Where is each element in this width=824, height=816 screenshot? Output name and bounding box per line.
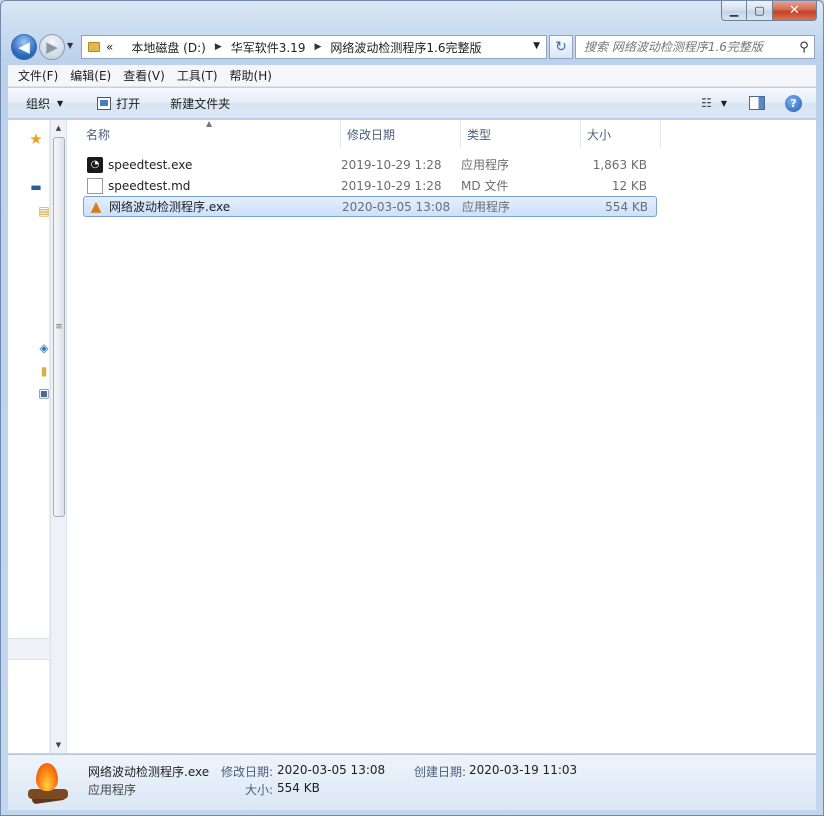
column-type-label: 类型 [467, 127, 492, 142]
campfire-flame-shape [36, 763, 58, 791]
campfire-icon [26, 761, 70, 805]
breadcrumb-huajun[interactable]: 华军软件3.19 [231, 39, 306, 56]
open-button[interactable]: 打开 [87, 88, 150, 118]
open-label: 打开 [116, 96, 141, 111]
menu-tools[interactable]: 工具(T) [171, 65, 224, 86]
column-size-label: 大小 [587, 127, 612, 142]
new-folder-button[interactable]: 新建文件夹 [160, 88, 240, 118]
organize-button[interactable]: 组织 ▼ [8, 88, 73, 118]
column-date-label: 修改日期 [347, 127, 396, 142]
address-dropdown-icon[interactable]: ▼ [533, 41, 540, 51]
file-name-cell: ◔ speedtest.exe [83, 156, 341, 173]
search-icon[interactable]: ⚲ [794, 40, 814, 55]
details-size-value: 554 KB [277, 781, 320, 795]
desktop-icon[interactable]: ▬ [28, 180, 44, 194]
file-name: speedtest.exe [108, 157, 193, 172]
new-folder-label: 新建文件夹 [170, 96, 231, 111]
breadcrumb-overflow[interactable]: « [106, 40, 113, 54]
breadcrumb: « 本地磁盘 (D:) ▶ 华军软件3.19 ▶ 网络波动检测程序1.6完整版 [104, 36, 481, 58]
details-modified-label: 修改日期: [221, 765, 274, 779]
file-name: 网络波动检测程序.exe [109, 200, 231, 214]
details-created-value: 2020-03-19 11:03 [469, 763, 578, 777]
details-pane: 网络波动检测程序.exe 应用程序 修改日期: 2020-03-05 13:08… [8, 754, 816, 810]
file-name: speedtest.md [108, 178, 191, 193]
sort-ascending-icon: ▲ [206, 119, 213, 128]
file-row[interactable]: speedtest.md 2019-10-29 1:28 MD 文件 12 KB [83, 175, 657, 196]
column-header-size[interactable]: 大小 [581, 120, 661, 148]
details-file-type: 应用程序 [88, 783, 137, 797]
navigation-scrollbar[interactable]: ▲ ≡ ▼ [50, 120, 67, 753]
navigation-pane[interactable]: ★ ▬ ▤ ◈ ▮ ▣ [8, 120, 50, 753]
column-header-type[interactable]: 类型 [461, 120, 581, 148]
column-header-name[interactable]: ▲ 名称 [68, 119, 341, 148]
navigation-bar: ◀ ▶ ▼ « 本地磁盘 (D:) ▶ 华军软件3.19 ▶ 网络波动检测程序1… [9, 31, 815, 61]
details-file-name: 网络波动检测程序.exe [88, 765, 210, 779]
file-type: 应用程序 [461, 158, 510, 172]
breadcrumb-separator-icon[interactable]: ▶ [215, 42, 222, 52]
grip-icon: ≡ [55, 322, 63, 332]
menu-help[interactable]: 帮助(H) [224, 65, 278, 86]
navigation-pane-separator [8, 638, 50, 660]
explorer-window: ▁ ▢ ✕ ◀ ▶ ▼ « 本地磁盘 (D:) ▶ 华军软件3.19 ▶ 网络波… [0, 0, 824, 816]
speedtest-app-icon: ◔ [87, 156, 103, 173]
file-row-selected[interactable]: ▲ 网络波动检测程序.exe 2020-03-05 13:08 应用程序 554… [83, 196, 657, 217]
menu-file[interactable]: 文件(F) [12, 65, 64, 86]
open-app-icon [97, 96, 112, 110]
file-date: 2019-10-29 1:28 [341, 178, 442, 193]
document-icon [87, 177, 103, 194]
caption-buttons: ▁ ▢ ✕ [721, 1, 817, 22]
file-type: 应用程序 [462, 200, 511, 214]
address-bar[interactable]: « 本地磁盘 (D:) ▶ 华军软件3.19 ▶ 网络波动检测程序1.6完整版 … [81, 35, 547, 59]
back-button[interactable]: ◀ [11, 34, 37, 60]
minimize-button[interactable]: ▁ [721, 1, 747, 21]
file-row[interactable]: ◔ speedtest.exe 2019-10-29 1:28 应用程序 1,8… [83, 154, 657, 175]
maximize-button[interactable]: ▢ [747, 1, 773, 21]
folder-icon [88, 42, 100, 52]
view-options-dropdown[interactable]: ▼ [721, 99, 727, 108]
chevron-down-icon: ▼ [57, 98, 64, 108]
menu-view[interactable]: 查看(V) [117, 65, 171, 86]
toolbar-right: ☷ ▼ ? [701, 88, 816, 118]
breadcrumb-separator-icon[interactable]: ▶ [314, 42, 321, 52]
details-created-label: 创建日期: [414, 765, 467, 779]
details-size-label: 大小: [245, 783, 274, 797]
forward-button[interactable]: ▶ [39, 34, 65, 60]
scroll-up-icon[interactable]: ▲ [51, 120, 66, 136]
file-size: 554 KB [605, 199, 648, 214]
file-name-cell: speedtest.md [83, 177, 341, 194]
preview-pane-icon[interactable] [749, 96, 765, 110]
search-box[interactable]: ⚲ [575, 35, 815, 59]
content-area: ★ ▬ ▤ ◈ ▮ ▣ ▲ ≡ ▼ ▲ 名称 修改日期 类型 大小 ◔ spee… [8, 119, 816, 753]
help-icon[interactable]: ? [785, 94, 802, 112]
menu-bar: 文件(F) 编辑(E) 查看(V) 工具(T) 帮助(H) [8, 65, 816, 87]
column-name-label: 名称 [86, 127, 111, 142]
file-name-cell: ▲ 网络波动检测程序.exe [84, 198, 342, 215]
favorites-star-icon[interactable]: ★ [28, 130, 44, 148]
file-date: 2020-03-05 13:08 [342, 199, 451, 214]
column-header-date[interactable]: 修改日期 [341, 120, 461, 148]
command-bar: 组织 ▼ 打开 新建文件夹 ☷ ▼ ? [8, 88, 816, 119]
details-modified-value: 2020-03-05 13:08 [277, 763, 386, 777]
organize-label: 组织 [26, 96, 51, 111]
file-list[interactable]: ▲ 名称 修改日期 类型 大小 ◔ speedtest.exe 2019-10-… [68, 119, 816, 753]
close-button[interactable]: ✕ [773, 1, 817, 21]
file-size: 1,863 KB [592, 157, 647, 172]
recent-pages-dropdown[interactable]: ▼ [67, 41, 73, 50]
change-view-icon[interactable]: ☷ [701, 96, 712, 110]
search-input[interactable] [576, 36, 794, 58]
menu-edit[interactable]: 编辑(E) [64, 65, 117, 86]
refresh-button[interactable]: ↻ [549, 35, 573, 59]
breadcrumb-local-disk[interactable]: 本地磁盘 (D:) [131, 39, 205, 56]
file-size: 12 KB [611, 178, 647, 193]
file-date: 2019-10-29 1:28 [341, 157, 442, 172]
scroll-down-icon[interactable]: ▼ [51, 737, 66, 753]
breadcrumb-current-folder[interactable]: 网络波动检测程序1.6完整版 [330, 39, 481, 56]
file-type: MD 文件 [461, 179, 509, 193]
campfire-app-icon: ▲ [90, 198, 102, 215]
scrollbar-thumb[interactable]: ≡ [53, 137, 65, 517]
column-headers: ▲ 名称 修改日期 类型 大小 [68, 119, 663, 148]
